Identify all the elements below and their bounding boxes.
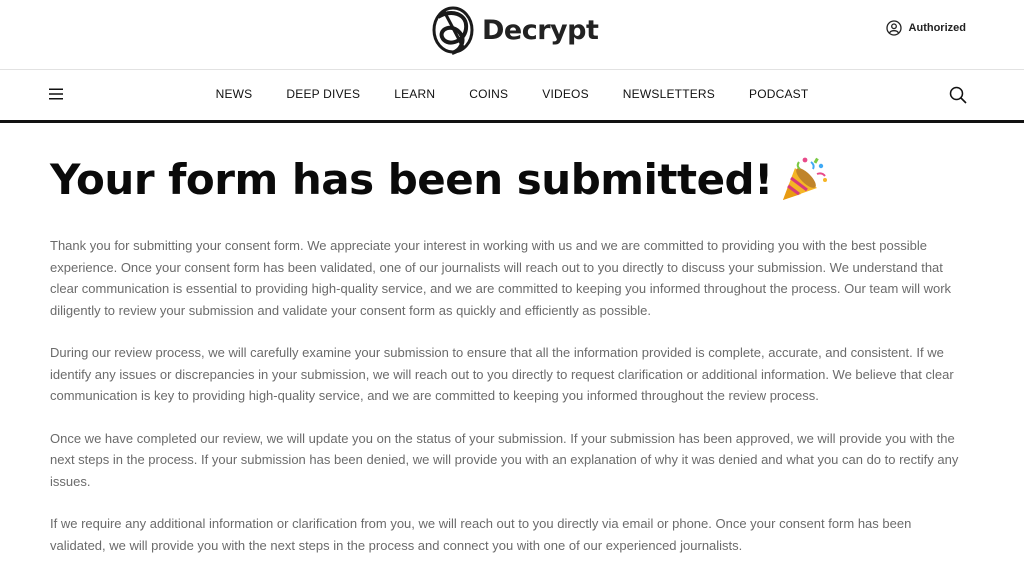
- nav-item-podcast[interactable]: PODCAST: [749, 87, 808, 101]
- nav-item-newsletters[interactable]: NEWSLETTERS: [623, 87, 715, 101]
- body-paragraph-3: Once we have completed our review, we wi…: [50, 430, 959, 489]
- account-label: Authorized: [908, 22, 966, 34]
- body-paragraph-1: Thank you for submitting your consent fo…: [50, 238, 952, 318]
- logo-text: Decrypt: [482, 14, 599, 46]
- nav-item-learn[interactable]: LEARN: [394, 87, 435, 101]
- nav-item-deep-dives[interactable]: DEEP DIVES: [286, 87, 360, 101]
- decrypt-logo[interactable]: Decrypt: [430, 3, 599, 57]
- top-header: Decrypt Authorized: [0, 0, 1024, 70]
- user-icon: [885, 20, 902, 36]
- body-paragraph-2: During our review process, we will caref…: [50, 345, 954, 403]
- party-popper-icon: [782, 157, 827, 200]
- nav-links: NEWS DEEP DIVES LEARN COINS VIDEOS NEWSL…: [0, 87, 1024, 101]
- confirmation-body: Thank you for submitting your consent fo…: [50, 235, 974, 556]
- search-icon[interactable]: [949, 86, 967, 104]
- body-paragraph-4: If we require any additional information…: [50, 516, 912, 553]
- account-button[interactable]: Authorized: [885, 20, 966, 36]
- nav-item-videos[interactable]: VIDEOS: [542, 87, 589, 101]
- decrypt-logo-icon: [432, 6, 474, 55]
- nav-item-coins[interactable]: COINS: [469, 87, 508, 101]
- main-navigation: NEWS DEEP DIVES LEARN COINS VIDEOS NEWSL…: [0, 70, 1024, 123]
- main-content: Your form has been submitted! Thank you …: [0, 153, 1024, 556]
- page-title: Your form has been submitted!: [50, 153, 974, 205]
- nav-item-news[interactable]: NEWS: [216, 87, 253, 101]
- page-title-text: Your form has been submitted!: [50, 154, 773, 204]
